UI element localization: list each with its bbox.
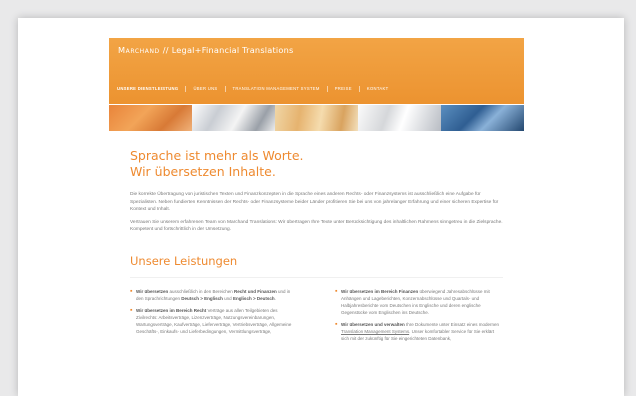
- bullet-icon: ▪: [130, 306, 133, 314]
- service-lead: Wir übersetzen im Bereich Recht: [136, 307, 207, 313]
- nav-item-tms[interactable]: Translation Management System: [224, 86, 327, 92]
- service-lead: Wir übersetzen und verwalten: [341, 321, 405, 327]
- nav-item-preise[interactable]: Preise: [326, 86, 359, 92]
- service-text: ausschließlich in den Bereichen: [168, 288, 235, 294]
- service-strong: Recht und Finanzen: [234, 288, 277, 294]
- website: Marchand//Legal+Financial Translations U…: [109, 38, 524, 396]
- service-text: .: [274, 295, 276, 301]
- bullet-icon: ▪: [335, 320, 338, 328]
- tms-link[interactable]: Translation Management Systems: [341, 329, 409, 334]
- intro-paragraph-1: Die korrekte Übertragung von juristische…: [130, 192, 499, 213]
- nav-item-dienstleistung[interactable]: Unsere Dienstleistung: [117, 86, 185, 92]
- services-title: Unsere Leistungen: [130, 253, 238, 268]
- service-item: ▪ Wir übersetzen und verwalten Ihre Doku…: [335, 321, 503, 342]
- main-content: Sprache ist mehr als Worte. Wir übersetz…: [109, 131, 524, 347]
- banner-segment: [441, 105, 524, 131]
- banner-segment: [358, 105, 441, 131]
- bullet-icon: ▪: [130, 287, 133, 295]
- banner-segment: [109, 105, 192, 131]
- service-item: ▪ Wir übersetzen im Bereich Recht Verträ…: [130, 307, 298, 335]
- nav-item-ueber-uns[interactable]: Über uns: [185, 86, 224, 92]
- logo-tagline: Legal+Financial Translations: [171, 45, 294, 55]
- nav-item-kontakt[interactable]: Kontakt: [358, 86, 396, 92]
- bullet-icon: ▪: [335, 287, 338, 295]
- page-headline: Sprache ist mehr als Worte. Wir übersetz…: [130, 148, 503, 180]
- browser-page: Marchand//Legal+Financial Translations U…: [18, 18, 624, 396]
- main-nav: Unsere Dienstleistung Über uns Translati…: [117, 86, 395, 92]
- logo-separator: //: [162, 45, 169, 55]
- header-banner-image: [109, 104, 524, 131]
- service-lead: Wir übersetzen: [136, 288, 169, 294]
- service-strong: Englisch > Deutsch: [232, 295, 275, 301]
- headline-line2: Wir übersetzen Inhalte.: [130, 164, 276, 179]
- service-item: ▪ Wir übersetzen im Bereich Finanzen übe…: [335, 288, 503, 316]
- logo-brand: Marchand: [118, 45, 160, 55]
- banner-segment: [275, 105, 358, 131]
- service-text: und: [222, 295, 233, 301]
- site-header: Marchand//Legal+Financial Translations U…: [109, 38, 524, 104]
- services-list: ▪ Wir übersetzen ausschließlich in den B…: [130, 276, 503, 347]
- logo[interactable]: Marchand//Legal+Financial Translations: [118, 45, 293, 55]
- headline-line1: Sprache ist mehr als Worte.: [130, 148, 304, 163]
- service-strong: Deutsch > Englisch: [181, 295, 223, 301]
- services-column-left: ▪ Wir übersetzen ausschließlich in den B…: [130, 288, 298, 347]
- intro-paragraph-2: Vertrauen Sie unserem erfahrenen Team vo…: [130, 219, 503, 233]
- banner-segment: [192, 105, 275, 131]
- service-text: Ihre Dokumente unter Einsatz eines moder…: [404, 321, 500, 327]
- service-lead: Wir übersetzen im Bereich Finanzen: [341, 288, 419, 294]
- service-item: ▪ Wir übersetzen ausschließlich in den B…: [130, 288, 298, 302]
- services-column-right: ▪ Wir übersetzen im Bereich Finanzen übe…: [335, 288, 503, 347]
